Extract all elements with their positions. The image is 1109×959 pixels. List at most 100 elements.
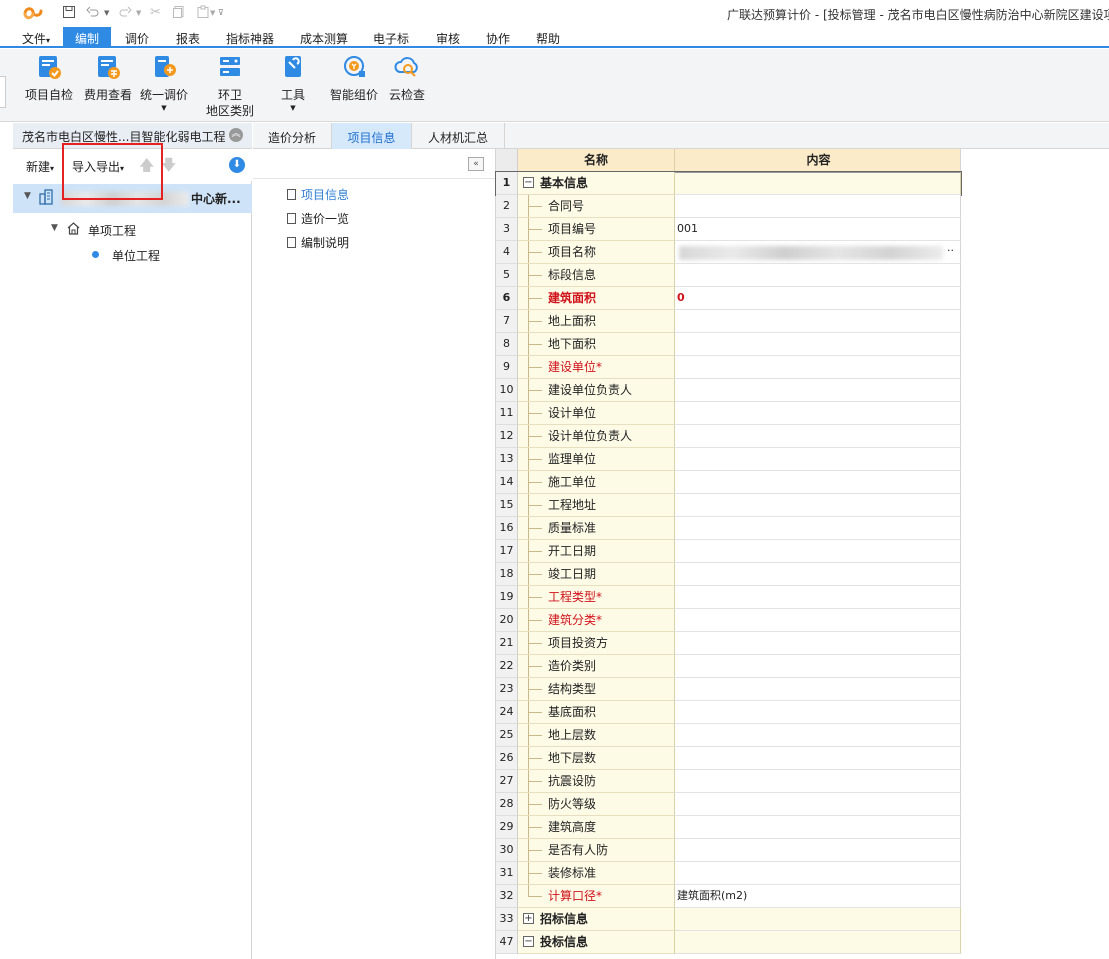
content-cell[interactable]: ..: [675, 241, 961, 264]
content-cell[interactable]: [675, 839, 961, 862]
row-number[interactable]: 7: [496, 310, 518, 333]
name-cell[interactable]: − 基本信息: [518, 172, 675, 195]
expand-plus-icon[interactable]: +: [523, 913, 534, 924]
name-cell[interactable]: 设计单位负责人: [518, 425, 675, 448]
row-number[interactable]: 15: [496, 494, 518, 517]
smart-price-button[interactable]: 智能组价: [328, 54, 380, 103]
row-number[interactable]: 22: [496, 655, 518, 678]
new-button[interactable]: 新建▾: [26, 158, 54, 175]
row-number[interactable]: 14: [496, 471, 518, 494]
row-number[interactable]: 28: [496, 793, 518, 816]
content-cell[interactable]: [675, 724, 961, 747]
name-cell[interactable]: 计算口径*: [518, 885, 675, 908]
name-cell[interactable]: 地下面积: [518, 333, 675, 356]
row-number[interactable]: 4: [496, 241, 518, 264]
content-cell[interactable]: [675, 471, 961, 494]
content-cell[interactable]: [675, 195, 961, 218]
content-cell[interactable]: [675, 172, 961, 195]
content-cell[interactable]: 建筑面积(m2): [675, 885, 961, 908]
name-cell[interactable]: − 投标信息: [518, 931, 675, 954]
row-number[interactable]: 26: [496, 747, 518, 770]
tab-project-info[interactable]: 项目信息: [332, 123, 412, 149]
row-number[interactable]: 23: [496, 678, 518, 701]
customize-icon[interactable]: ⊽: [218, 5, 234, 21]
nav-compile-notes[interactable]: 编制说明: [287, 234, 349, 251]
table-row[interactable]: 21 项目投资方: [496, 632, 961, 655]
table-row[interactable]: 23 结构类型: [496, 678, 961, 701]
grid-group-row[interactable]: 33 + 招标信息: [496, 908, 961, 931]
row-number[interactable]: 2: [496, 195, 518, 218]
table-row[interactable]: 12 设计单位负责人: [496, 425, 961, 448]
row-number[interactable]: 21: [496, 632, 518, 655]
content-cell[interactable]: [675, 747, 961, 770]
name-cell[interactable]: 合同号: [518, 195, 675, 218]
redo-icon[interactable]: [118, 5, 134, 21]
name-cell[interactable]: 结构类型: [518, 678, 675, 701]
name-cell[interactable]: 工程地址: [518, 494, 675, 517]
name-cell[interactable]: 建设单位负责人: [518, 379, 675, 402]
name-cell[interactable]: 竣工日期: [518, 563, 675, 586]
row-number[interactable]: 3: [496, 218, 518, 241]
name-cell[interactable]: 建筑高度: [518, 816, 675, 839]
table-row[interactable]: 3 项目编号 001: [496, 218, 961, 241]
grid-group-row[interactable]: 1− 基本信息: [495, 171, 962, 196]
corner-cell[interactable]: [496, 149, 518, 172]
content-cell[interactable]: [675, 609, 961, 632]
row-number[interactable]: 31: [496, 862, 518, 885]
name-cell[interactable]: 监理单位: [518, 448, 675, 471]
table-row[interactable]: 15 工程地址: [496, 494, 961, 517]
row-number[interactable]: 1: [496, 172, 518, 195]
row-number[interactable]: 25: [496, 724, 518, 747]
area-category-button[interactable]: 环卫 地区类别: [204, 54, 256, 119]
table-row[interactable]: 24 基底面积: [496, 701, 961, 724]
name-cell[interactable]: 项目投资方: [518, 632, 675, 655]
content-cell[interactable]: [675, 356, 961, 379]
table-row[interactable]: 29 建筑高度: [496, 816, 961, 839]
row-number[interactable]: 11: [496, 402, 518, 425]
header-name[interactable]: 名称: [518, 149, 675, 172]
content-cell[interactable]: [675, 816, 961, 839]
content-cell[interactable]: [675, 793, 961, 816]
collapse-left-icon[interactable]: «: [468, 157, 484, 171]
row-number[interactable]: 20: [496, 609, 518, 632]
menu-adjust-price[interactable]: 调价: [125, 30, 149, 47]
content-cell[interactable]: [675, 333, 961, 356]
name-cell[interactable]: 设计单位: [518, 402, 675, 425]
table-row[interactable]: 11 设计单位: [496, 402, 961, 425]
row-number[interactable]: 18: [496, 563, 518, 586]
row-number[interactable]: 27: [496, 770, 518, 793]
table-row[interactable]: 31 装修标准: [496, 862, 961, 885]
side-collapse-handle[interactable]: [0, 76, 6, 108]
content-cell[interactable]: [675, 379, 961, 402]
name-cell[interactable]: 地上面积: [518, 310, 675, 333]
menu-review[interactable]: 审核: [436, 30, 460, 47]
tab-material-summary[interactable]: 人材机汇总: [412, 123, 505, 149]
collapse-minus-icon[interactable]: −: [523, 177, 534, 188]
name-cell[interactable]: 开工日期: [518, 540, 675, 563]
table-row[interactable]: 9 建设单位*: [496, 356, 961, 379]
content-cell[interactable]: [675, 908, 961, 931]
table-row[interactable]: 7 地上面积: [496, 310, 961, 333]
cost-view-button[interactable]: 费用查看: [82, 54, 134, 103]
cloud-check-button[interactable]: 云检查: [386, 54, 428, 103]
table-row[interactable]: 16 质量标准: [496, 517, 961, 540]
content-cell[interactable]: [675, 678, 961, 701]
table-row[interactable]: 26 地下层数: [496, 747, 961, 770]
name-cell[interactable]: 建筑面积: [518, 287, 675, 310]
content-cell[interactable]: [675, 563, 961, 586]
name-cell[interactable]: 防火等级: [518, 793, 675, 816]
table-row[interactable]: 4 项目名称..: [496, 241, 961, 264]
header-content[interactable]: 内容: [675, 149, 961, 172]
row-number[interactable]: 13: [496, 448, 518, 471]
name-cell[interactable]: 装修标准: [518, 862, 675, 885]
content-cell[interactable]: [675, 701, 961, 724]
collapse-up-icon[interactable]: ︽: [229, 128, 243, 142]
row-number[interactable]: 24: [496, 701, 518, 724]
content-cell[interactable]: 0: [675, 287, 961, 310]
row-number[interactable]: 10: [496, 379, 518, 402]
expand-arrow-icon[interactable]: ▼: [51, 223, 58, 233]
content-cell[interactable]: [675, 517, 961, 540]
row-number[interactable]: 30: [496, 839, 518, 862]
name-cell[interactable]: 地下层数: [518, 747, 675, 770]
table-row[interactable]: 28 防火等级: [496, 793, 961, 816]
